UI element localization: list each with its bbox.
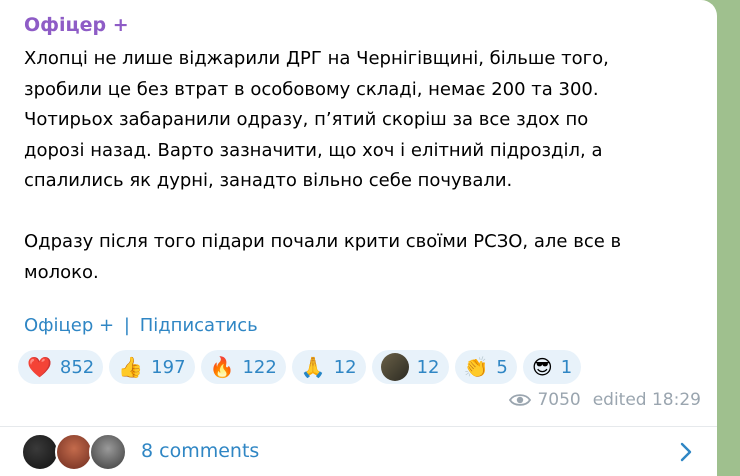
edited-timestamp: edited 18:29 (592, 390, 701, 410)
post-author[interactable]: Офіцер + (24, 14, 129, 36)
reaction-pray[interactable]: 🙏 12 (291, 350, 366, 384)
reaction-count: 1 (560, 356, 573, 378)
reaction-fire[interactable]: 🔥 122 (200, 350, 286, 384)
reaction-count: 122 (242, 356, 277, 378)
avatar (55, 433, 93, 471)
commenter-avatars (21, 433, 131, 471)
reaction-custom-avatar[interactable]: 12 (371, 350, 449, 384)
clap-icon: 👏 (463, 355, 489, 379)
chevron-right-icon[interactable] (679, 441, 693, 463)
signature-channel-link[interactable]: Офіцер + (24, 315, 114, 336)
plus-badge-icon: + (112, 14, 129, 36)
reaction-clap[interactable]: 👏 5 (454, 350, 517, 384)
reaction-thumbs-up[interactable]: 👍 197 (109, 350, 195, 384)
channel-signature: Офіцер + | Підписатись (24, 315, 258, 336)
reaction-count: 197 (151, 356, 186, 378)
view-count: 7050 (537, 390, 581, 410)
message-bubble: Офіцер + Хлопці не лише віджарили ДРГ на… (0, 0, 717, 476)
message-text: Хлопці не лише віджарили ДРГ на Чернігів… (24, 48, 622, 283)
message-meta: 7050 edited 18:29 (509, 390, 701, 410)
sunglasses-face-icon: 😎 (531, 355, 553, 379)
signature-separator: | (123, 315, 130, 336)
subscribe-link[interactable]: Підписатись (140, 315, 258, 336)
heart-icon: ❤️ (27, 355, 52, 379)
pray-icon: 🙏 (300, 355, 326, 379)
avatar (21, 433, 59, 471)
thumbs-up-icon: 👍 (118, 355, 144, 379)
reaction-count: 12 (416, 356, 440, 378)
reaction-count: 852 (59, 356, 95, 378)
avatar (89, 433, 127, 471)
reaction-sunglasses[interactable]: 😎 1 (522, 350, 582, 384)
avatar-reaction-icon (380, 353, 409, 381)
reaction-count: 12 (333, 356, 357, 378)
reaction-heart[interactable]: ❤️ 852 (18, 350, 104, 384)
reaction-count: 5 (496, 356, 508, 378)
eye-icon (509, 394, 532, 406)
comments-button[interactable]: 8 comments (0, 427, 717, 476)
reactions-bar: ❤️ 852 👍 197 🔥 122 🙏 12 12 👏 5 😎 1 (18, 350, 582, 384)
fire-icon: 🔥 (209, 355, 235, 379)
author-name[interactable]: Офіцер (24, 14, 106, 36)
comments-count-label[interactable]: 8 comments (141, 440, 259, 462)
